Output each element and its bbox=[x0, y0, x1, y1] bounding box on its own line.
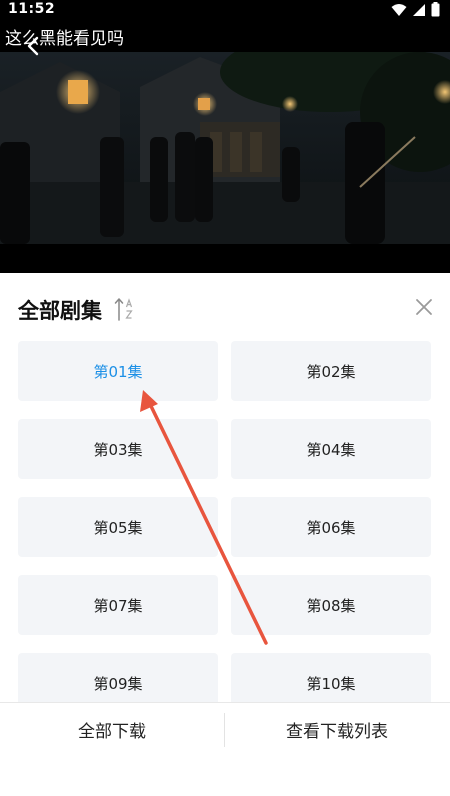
status-bar: 11:52 bbox=[0, 0, 450, 20]
signal-icon bbox=[413, 3, 425, 16]
episode-grid: 第01集 第02集 第03集 第04集 第05集 第06集 第07集 第08集 … bbox=[0, 341, 450, 702]
download-all-button[interactable]: 全部下载 bbox=[0, 703, 224, 755]
back-button[interactable] bbox=[22, 34, 46, 58]
sheet-title: 全部剧集 bbox=[18, 299, 102, 323]
episode-sheet: 全部剧集 第01集 第02集 第03集 第04集 第05集 第06集 第07集 … bbox=[0, 273, 450, 796]
episode-05-button[interactable]: 第05集 bbox=[18, 497, 218, 557]
status-icons bbox=[391, 2, 440, 17]
episode-07-button[interactable]: 第07集 bbox=[18, 575, 218, 635]
battery-icon bbox=[431, 2, 440, 17]
episode-08-button[interactable]: 第08集 bbox=[231, 575, 431, 635]
chevron-left-icon bbox=[27, 36, 39, 56]
sort-az-icon bbox=[114, 298, 133, 321]
episode-09-button[interactable]: 第09集 bbox=[18, 653, 218, 702]
episode-01-button[interactable]: 第01集 bbox=[18, 341, 218, 401]
episode-03-button[interactable]: 第03集 bbox=[18, 419, 218, 479]
close-button[interactable] bbox=[412, 295, 436, 319]
sort-order-button[interactable] bbox=[114, 296, 136, 322]
video-frame bbox=[0, 52, 450, 244]
view-download-list-button[interactable]: 查看下载列表 bbox=[225, 703, 449, 755]
episode-10-button[interactable]: 第10集 bbox=[231, 653, 431, 702]
bottom-action-bar: 全部下载 查看下载列表 bbox=[0, 702, 450, 796]
wifi-icon bbox=[391, 3, 407, 16]
close-icon bbox=[416, 299, 432, 315]
episode-02-button[interactable]: 第02集 bbox=[231, 341, 431, 401]
episode-06-button[interactable]: 第06集 bbox=[231, 497, 431, 557]
status-time: 11:52 bbox=[8, 1, 56, 17]
episode-04-button[interactable]: 第04集 bbox=[231, 419, 431, 479]
video-player[interactable]: 11:52 这么黑能看见吗 bbox=[0, 0, 450, 273]
